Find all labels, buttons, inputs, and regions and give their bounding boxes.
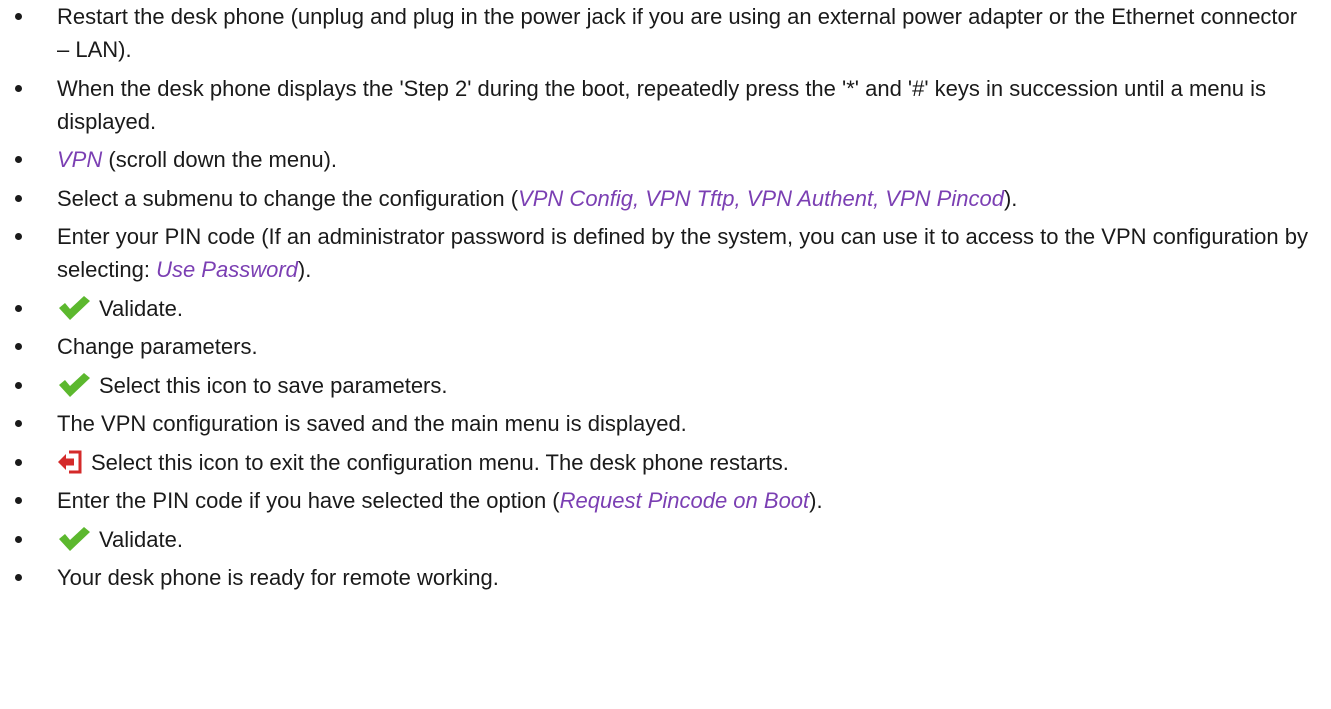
step-text: (scroll down the menu). bbox=[102, 147, 338, 172]
list-item-validate-final: Validate. bbox=[0, 523, 1331, 556]
bullet bbox=[15, 535, 22, 543]
step-text-end: ). bbox=[809, 488, 823, 513]
step-text: When the desk phone displays the 'Step 2… bbox=[57, 75, 1267, 134]
list-item-config-saved: The VPN configuration is saved and the m… bbox=[0, 407, 1331, 440]
checkmark-icon bbox=[57, 372, 91, 398]
menu-option-use-password: Use Password bbox=[156, 257, 298, 282]
list-item-submenu: Select a submenu to change the configura… bbox=[0, 182, 1331, 215]
step-text-end: ). bbox=[1003, 185, 1018, 211]
bullet bbox=[15, 304, 22, 312]
step-text: Select a submenu to change the configura… bbox=[57, 185, 519, 211]
bullet bbox=[15, 13, 22, 20]
list-item-change-parameters: Change parameters. bbox=[0, 330, 1331, 363]
step-text: Validate. bbox=[99, 526, 183, 552]
bullet bbox=[15, 194, 22, 202]
bullet bbox=[15, 343, 22, 350]
step-text: Restart the desk phone (unplug and plug … bbox=[57, 4, 1298, 62]
list-item-validate: Validate. bbox=[0, 292, 1331, 325]
step-text: Your desk phone is ready for remote work… bbox=[57, 565, 499, 590]
submenu-options: VPN Config, VPN Tftp, VPN Authent, VPN P… bbox=[518, 185, 1004, 211]
step-text: Enter the PIN code if you have selected … bbox=[57, 488, 560, 513]
bullet bbox=[15, 156, 22, 163]
step-text: Validate. bbox=[99, 295, 183, 321]
bullet bbox=[15, 84, 22, 92]
list-item-boot-keys: When the desk phone displays the 'Step 2… bbox=[0, 72, 1331, 138]
list-item-save-parameters: Select this icon to save parameters. bbox=[0, 369, 1331, 402]
step-text: Select this icon to exit the configurati… bbox=[91, 449, 789, 475]
menu-option-request-pincode: Request Pincode on Boot bbox=[559, 488, 810, 513]
bullet bbox=[15, 420, 22, 427]
bullet bbox=[15, 574, 22, 581]
checkmark-icon bbox=[57, 526, 91, 552]
list-item-restart: Restart the desk phone (unplug and plug … bbox=[0, 0, 1331, 66]
exit-icon bbox=[57, 449, 83, 475]
bullet bbox=[15, 458, 22, 466]
step-text: Change parameters. bbox=[57, 334, 258, 359]
step-text-end: ). bbox=[297, 257, 312, 282]
list-item-vpn: VPN (scroll down the menu). bbox=[0, 143, 1331, 176]
bullet bbox=[15, 381, 22, 389]
list-item-exit-menu: Select this icon to exit the configurati… bbox=[0, 446, 1331, 479]
list-item-request-pincode: Enter the PIN code if you have selected … bbox=[0, 484, 1331, 517]
bullet bbox=[15, 497, 22, 504]
instruction-list: Restart the desk phone (unplug and plug … bbox=[0, 0, 1331, 600]
step-text: Select this icon to save parameters. bbox=[99, 372, 448, 398]
list-item-ready: Your desk phone is ready for remote work… bbox=[0, 561, 1331, 594]
step-text: The VPN configuration is saved and the m… bbox=[57, 411, 687, 436]
list-item-pin-code: Enter your PIN code (If an administrator… bbox=[0, 220, 1331, 286]
bullet bbox=[15, 233, 22, 240]
menu-option-vpn: VPN bbox=[57, 147, 103, 172]
checkmark-icon bbox=[57, 295, 91, 321]
